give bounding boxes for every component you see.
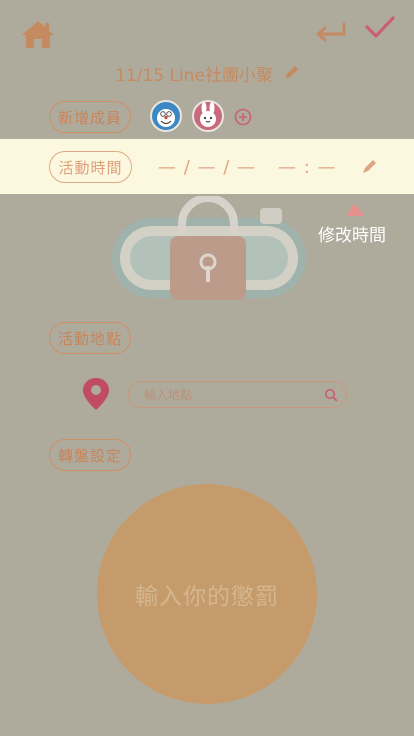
add-member-icon[interactable] (234, 108, 252, 126)
lock-decoration (110, 194, 310, 302)
edit-time-pencil-icon[interactable] (361, 159, 377, 175)
hint-arrow-icon (346, 203, 364, 216)
hint-text: 修改時間 (318, 226, 386, 246)
date-placeholder: — / — / — (158, 156, 257, 178)
check-icon[interactable] (364, 14, 396, 42)
location-search-input[interactable]: 輸入地點 (128, 381, 347, 408)
penalty-input-placeholder: 輸入你的懲罰 (135, 584, 279, 610)
home-icon[interactable] (20, 18, 56, 50)
cony-avatar (192, 100, 224, 132)
location-pin-icon (82, 376, 110, 412)
title-row: 11/15 Line社團小聚 (0, 60, 414, 86)
event-time-label[interactable]: 活動時間 (49, 151, 132, 183)
doraemon-avatar (150, 100, 182, 132)
time-placeholder: — : — (278, 156, 337, 178)
search-placeholder: 輸入地點 (144, 388, 193, 402)
event-location-label: 活動地點 (49, 322, 131, 354)
add-member-label: 新增成員 (49, 101, 131, 133)
wheel-settings-label: 轉盤設定 (49, 439, 131, 471)
penalty-wheel[interactable]: 輸入你的懲罰 (97, 484, 317, 704)
search-icon[interactable] (324, 387, 338, 402)
datetime-field[interactable]: — / — / — — : — (158, 152, 377, 182)
edit-pencil-icon[interactable] (283, 65, 299, 81)
back-arrow-icon[interactable] (314, 20, 348, 44)
edit-time-hint: 修改時間 (310, 203, 414, 246)
page-title[interactable]: 11/15 Line社團小聚 (115, 61, 273, 86)
